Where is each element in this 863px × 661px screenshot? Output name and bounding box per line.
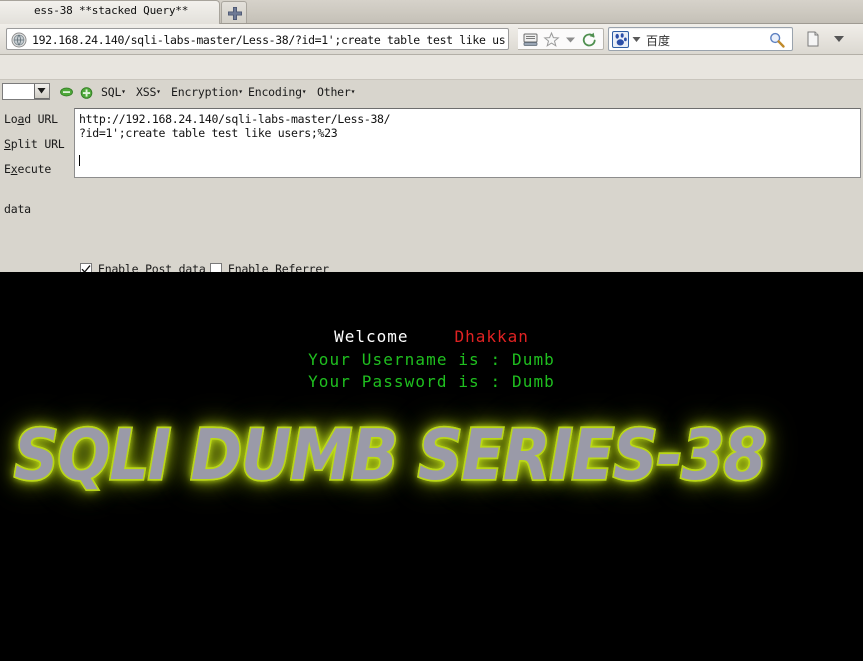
- browser-window: ess-38 **stacked Query** 192.168.24.140/…: [0, 0, 863, 661]
- welcome-word: Welcome: [334, 327, 409, 346]
- plus-green-icon[interactable]: [80, 87, 93, 99]
- hackbar-url-textarea[interactable]: http://192.168.24.140/sqli-labs-master/L…: [74, 108, 861, 178]
- new-tab-button[interactable]: [221, 1, 247, 23]
- banner-text: SQLI DUMB SERIES-38: [13, 412, 769, 497]
- magnifier-icon[interactable]: [768, 31, 786, 49]
- hackbar-menu-encryption[interactable]: Encryption▾: [171, 85, 243, 99]
- paw-glyph: [615, 33, 627, 46]
- chevron-down-icon: ▾: [238, 87, 243, 96]
- reload-icon[interactable]: [580, 31, 598, 48]
- execute-pre: E: [4, 162, 11, 176]
- username-line: Your Username is : Dumb: [308, 350, 555, 369]
- url-text: 192.168.24.140/sqli-labs-master/Less-38/…: [32, 33, 506, 47]
- chevron-down-icon: ▾: [301, 87, 307, 96]
- chevron-glyph: [37, 88, 46, 94]
- hackbar-menu-other-label: Other: [317, 85, 351, 99]
- execute-button[interactable]: Execute: [4, 162, 51, 176]
- hackbar-url-line-2: ?id=1';create table test like users;%23: [79, 126, 338, 140]
- load-url-pre: Lo: [4, 112, 18, 126]
- hackbar-menu-other[interactable]: Other▾: [317, 85, 355, 99]
- sqli-dumb-series-banner: SQLI DUMB SERIES-38: [13, 412, 863, 497]
- hackbar-url-line-1: http://192.168.24.140/sqli-labs-master/L…: [79, 112, 391, 126]
- hackbar-menu-sql[interactable]: SQL▾: [101, 85, 126, 99]
- url-bar[interactable]: 192.168.24.140/sqli-labs-master/Less-38/…: [6, 28, 509, 50]
- baidu-paw-icon[interactable]: [612, 31, 629, 48]
- page-content: Welcome Dhakkan Your Username is : Dumb Y…: [0, 272, 863, 661]
- split-url-post: plit URL: [10, 137, 65, 151]
- hackbar-menu-sql-label: SQL: [101, 85, 122, 99]
- split-url-button[interactable]: Split URL: [4, 137, 65, 151]
- chevron-down-icon[interactable]: [563, 31, 578, 48]
- url-bar-icon-group: [518, 28, 604, 50]
- text-cursor: [79, 155, 80, 166]
- hackbar-menu-xss-label: XSS: [136, 85, 157, 99]
- chevron-down-icon[interactable]: [631, 34, 642, 45]
- hackbar-action-column: Load URL Split URL Execute data: [0, 106, 72, 272]
- chevron-down-icon: ▾: [350, 87, 356, 96]
- hackbar-menu-encoding-label: Encoding: [248, 85, 302, 99]
- chevron-down-icon[interactable]: [34, 84, 49, 99]
- hackbar-menu-xss[interactable]: XSS▾: [136, 85, 161, 99]
- tab-title: ess-38 **stacked Query**: [34, 4, 189, 17]
- load-url-button[interactable]: Load URL: [4, 112, 58, 126]
- hackbar-menu-row: SQL▾ XSS▾ Encryption▾ Encoding▾ Other▾: [0, 80, 863, 106]
- tab-bar: ess-38 **stacked Query**: [0, 0, 863, 24]
- hackbar-preset-select[interactable]: [2, 83, 50, 100]
- subscribe-icon[interactable]: [522, 31, 539, 48]
- password-line: Your Password is : Dumb: [308, 372, 555, 391]
- plus-icon: [228, 7, 242, 20]
- chevron-down-icon: ▾: [156, 87, 161, 96]
- globe-icon: [11, 32, 27, 48]
- search-bar[interactable]: 百度: [608, 27, 793, 51]
- load-url-post: d URL: [24, 112, 58, 126]
- hackbar-menu-encoding[interactable]: Encoding▾: [248, 85, 307, 99]
- split-url-accesskey: S: [4, 137, 11, 151]
- execute-post: ecute: [17, 162, 52, 176]
- toolbar-right-buttons: [800, 28, 858, 50]
- search-engine-label: 百度: [646, 34, 671, 48]
- bookmark-star-icon[interactable]: [543, 31, 560, 48]
- chevron-down-icon: ▾: [121, 87, 126, 96]
- data-label: data: [4, 202, 31, 216]
- welcome-heading: Welcome Dhakkan: [0, 327, 863, 346]
- bookmark-strip: [0, 55, 863, 80]
- chevron-down-icon[interactable]: [830, 30, 848, 48]
- navigation-toolbar: 192.168.24.140/sqli-labs-master/Less-38/…: [0, 24, 863, 55]
- hackbar-panel: SQL▾ XSS▾ Encryption▾ Encoding▾ Other▾ L…: [0, 80, 863, 344]
- minus-green-icon[interactable]: [60, 87, 73, 97]
- hackbar-menu-encryption-label: Encryption: [171, 85, 239, 99]
- page-icon[interactable]: [804, 30, 822, 48]
- welcome-name: Dhakkan: [454, 327, 529, 346]
